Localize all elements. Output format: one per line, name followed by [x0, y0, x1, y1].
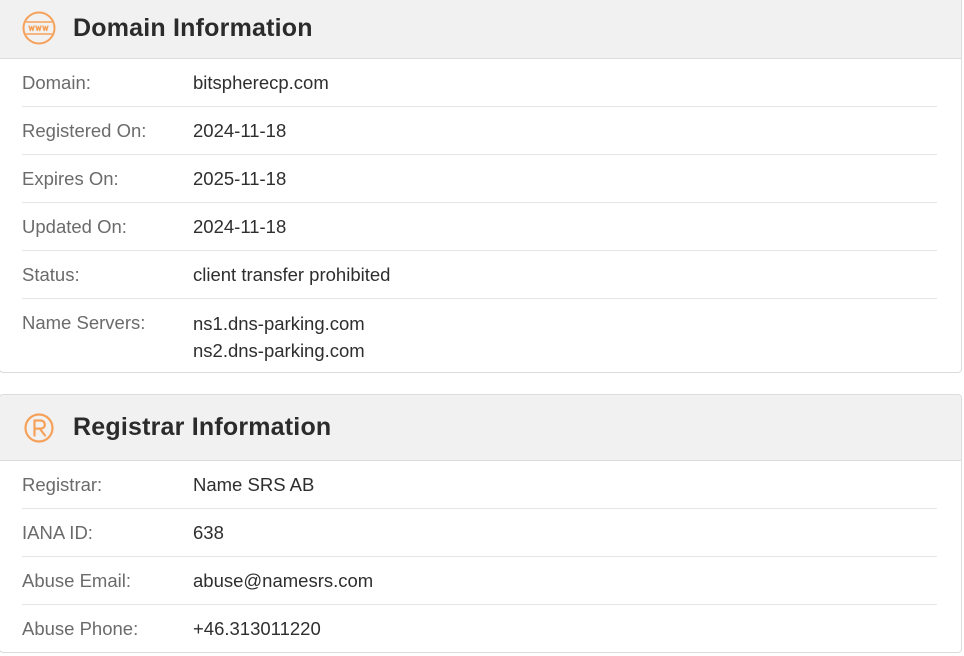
name-server-list: ns1.dns-parking.com ns2.dns-parking.com — [193, 310, 365, 364]
registrar-information-title: Registrar Information — [73, 413, 332, 441]
row-label: Name Servers: — [22, 312, 146, 333]
row-value: Name SRS AB — [193, 473, 315, 495]
registrar-information-header: Registrar Information — [0, 395, 961, 461]
row-label: Abuse Phone: — [22, 618, 139, 639]
row-domain: Domain: bitspherecp.com — [22, 59, 937, 107]
row-label: Abuse Email: — [22, 569, 131, 591]
row-registrar: Registrar: Name SRS AB — [22, 461, 937, 509]
domain-information-header: Domain Information — [0, 0, 961, 59]
row-label: Status: — [22, 263, 80, 285]
name-server-1: ns1.dns-parking.com — [193, 313, 365, 334]
row-label: Expires On: — [22, 167, 119, 189]
row-label: Updated On: — [22, 215, 127, 237]
row-label: IANA ID: — [22, 521, 93, 543]
registered-icon — [22, 411, 56, 445]
row-abuse-phone: Abuse Phone: +46.313011220 — [22, 605, 937, 652]
row-abuse-email: Abuse Email: abuse@namesrs.com — [22, 557, 937, 605]
row-status: Status: client transfer prohibited — [22, 251, 937, 299]
row-updated-on: Updated On: 2024-11-18 — [22, 203, 937, 251]
www-icon — [22, 11, 56, 45]
name-server-2: ns2.dns-parking.com — [193, 340, 365, 361]
domain-information-card: Domain Information Domain: bitspherecp.c… — [0, 0, 962, 373]
row-value: +46.313011220 — [193, 618, 321, 639]
row-value: 2024-11-18 — [193, 215, 287, 237]
row-label: Registered On: — [22, 119, 147, 141]
row-value: abuse@namesrs.com — [193, 569, 374, 591]
row-label: Registrar: — [22, 473, 103, 495]
row-value: 2024-11-18 — [193, 119, 287, 141]
row-value: 638 — [193, 521, 224, 543]
registrar-information-card: Registrar Information Registrar: Name SR… — [0, 394, 962, 653]
row-expires-on: Expires On: 2025-11-18 — [22, 155, 937, 203]
row-registered-on: Registered On: 2024-11-18 — [22, 107, 937, 155]
row-label: Domain: — [22, 71, 91, 93]
domain-information-title: Domain Information — [73, 13, 313, 42]
row-name-servers: Name Servers: ns1.dns-parking.com ns2.dn… — [22, 299, 937, 372]
row-value: 2025-11-18 — [193, 167, 287, 189]
registrar-information-rows: Registrar: Name SRS AB IANA ID: 638 Abus… — [0, 461, 961, 652]
domain-information-rows: Domain: bitspherecp.com Registered On: 2… — [0, 59, 961, 372]
row-value: client transfer prohibited — [193, 263, 391, 285]
row-iana-id: IANA ID: 638 — [22, 509, 937, 557]
row-value: bitspherecp.com — [193, 71, 329, 93]
